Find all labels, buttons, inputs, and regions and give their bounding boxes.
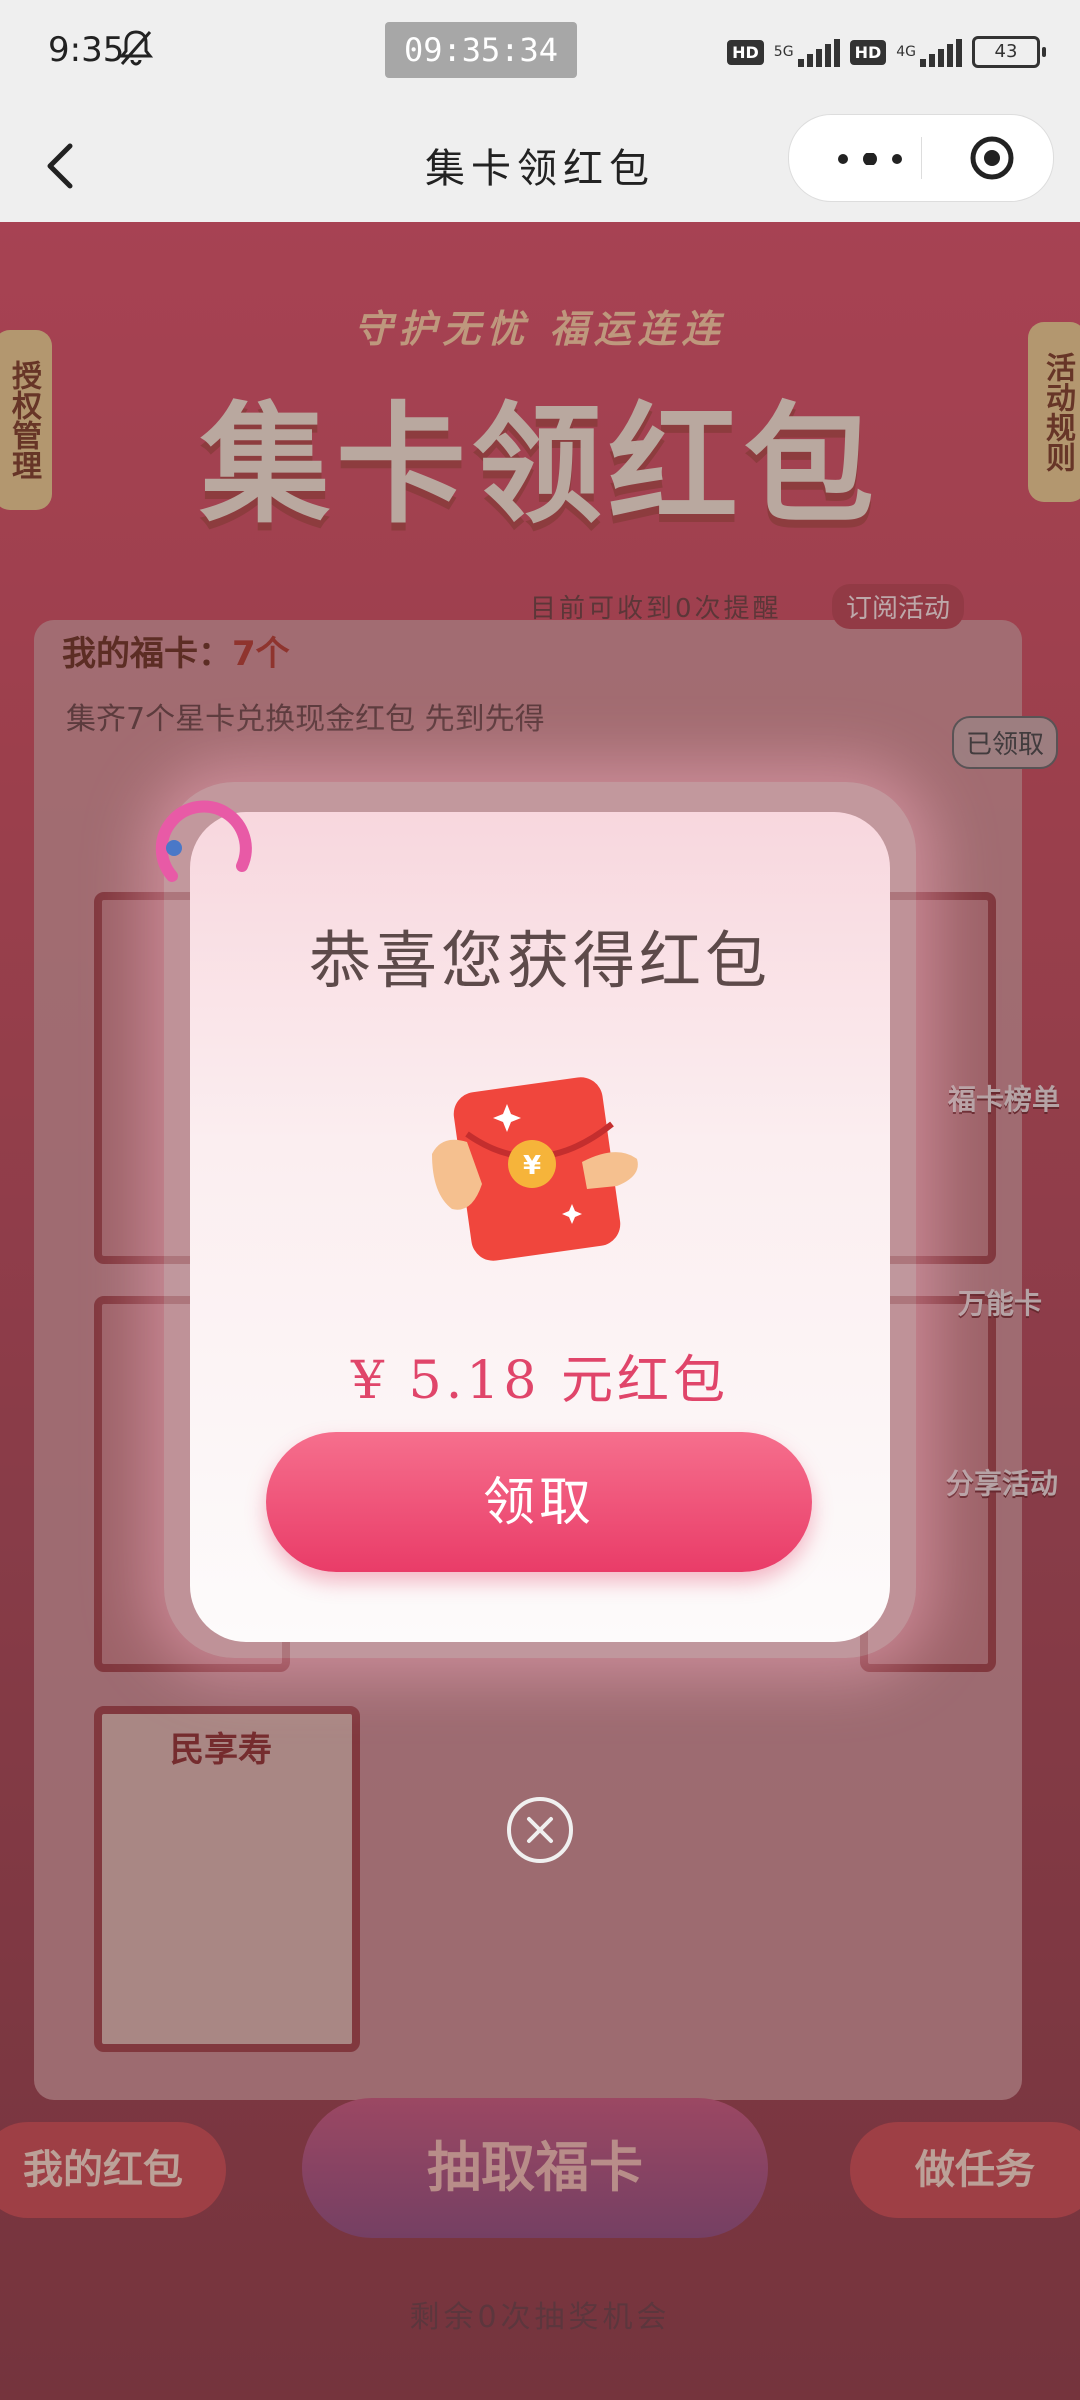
network-type-2: 4G [896,44,916,60]
hd-badge-2: HD [849,39,887,65]
signal-icon-2 [920,37,962,67]
capsule-divider [921,137,922,179]
hd-badge: HD [727,39,764,65]
signal-icon [797,37,840,67]
redpacket-hand-icon: ¥ [432,1077,638,1261]
network-type: 5G [773,44,794,60]
status-right-icons: HD 5G HD 4G 43 [727,30,1046,74]
redpacket-amount: ¥ 5.18 元红包 [351,1351,729,1411]
status-time: 9:35 [48,30,125,70]
mute-bell-icon [118,30,154,66]
svg-text:¥: ¥ [523,1151,541,1181]
miniprogram-capsule [788,114,1054,202]
claim-button[interactable]: 领取 [266,1432,812,1572]
battery-icon: 43 [972,36,1046,68]
more-icon[interactable] [835,153,905,165]
screen-recording-clock: 09:35:34 [385,22,577,78]
close-modal-icon[interactable] [506,1796,574,1864]
nav-bar: 集卡领红包 [0,108,1080,222]
status-bar: 9:35 09:35:34 HD 5G HD 4G 43 [0,0,1080,108]
close-miniprogram-icon[interactable] [969,135,1015,181]
ring-decoration-icon [155,800,252,882]
modal-title: 恭喜您获得红包 [308,924,771,997]
